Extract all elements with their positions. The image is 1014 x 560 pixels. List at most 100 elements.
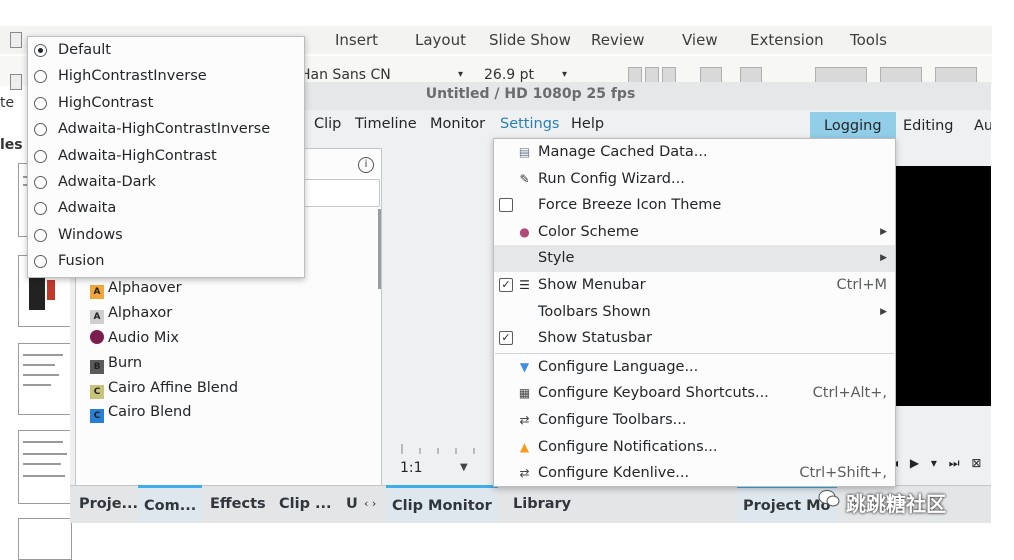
bg-toolbar-button[interactable] [662, 67, 676, 83]
checkbox[interactable]: ✓ [499, 331, 513, 346]
menu-item-label: Show Menubar [538, 277, 646, 293]
scrollbar[interactable] [378, 209, 381, 289]
composition-icon: C [90, 384, 104, 399]
tab-scroll-arrows[interactable]: ‹ › [358, 486, 382, 522]
menu-item-color-scheme[interactable]: ● Color Scheme ▶ [494, 219, 895, 246]
composition-item[interactable]: A Alphaover [90, 276, 182, 300]
style-option-adwaita[interactable]: Adwaita [28, 195, 304, 221]
bg-toolbar-button[interactable] [740, 67, 762, 83]
layout-logging[interactable]: Logging [810, 112, 896, 140]
radio-icon[interactable] [34, 202, 47, 216]
layout-editing[interactable]: Editing [889, 112, 968, 140]
composition-label: Audio Mix [108, 330, 179, 346]
shortcut-label: Ctrl+Shift+, [799, 465, 887, 482]
style-option-label: HighContrast [58, 94, 154, 111]
menu-item-manage-cached-data[interactable]: ▤ Manage Cached Data... [494, 139, 895, 166]
menu-item-configure-toolbars[interactable]: ⇄ Configure Toolbars... [494, 407, 895, 434]
clip-monitor-area [384, 148, 494, 485]
bg-toolbar-button[interactable] [645, 67, 659, 83]
checkbox[interactable] [499, 198, 513, 213]
bg-menu-insert[interactable]: Insert [335, 26, 378, 54]
composition-item[interactable]: Audio Mix [90, 326, 179, 350]
style-option-adwaita-dark[interactable]: Adwaita-Dark [28, 169, 304, 195]
bg-menu-extension[interactable]: Extension [750, 26, 824, 54]
menu-timeline[interactable]: Timeline [355, 110, 417, 138]
radio-icon[interactable] [34, 176, 47, 189]
radio-icon[interactable] [34, 255, 47, 269]
bg-toolbar-button[interactable] [700, 67, 722, 83]
menu-item-toolbars-shown[interactable]: Toolbars Shown ▶ [494, 299, 895, 326]
radio-checked-icon[interactable] [34, 44, 47, 57]
style-option-windows[interactable]: Windows [28, 222, 304, 248]
slide-thumbnail[interactable] [18, 518, 72, 560]
menu-item-label: Configure Toolbars... [538, 412, 687, 428]
monitor-ruler [401, 444, 475, 454]
tab-effects[interactable]: Effects [204, 486, 272, 522]
menu-item-configure-kdenlive[interactable]: ⇄ Configure Kdenlive... Ctrl+Shift+, [494, 460, 895, 487]
composition-icon: B [90, 359, 104, 374]
menu-monitor[interactable]: Monitor [430, 110, 485, 138]
menu-item-configure-language[interactable]: ▼ Configure Language... [494, 354, 895, 381]
menu-help[interactable]: Help [571, 110, 604, 138]
tab-clip-monitor[interactable]: Clip Monitor [386, 485, 498, 523]
menu-item-configure-notifications[interactable]: ▲ Configure Notifications... [494, 434, 895, 461]
menu-item-label: Manage Cached Data... [538, 144, 708, 160]
composition-item[interactable]: C Cairo Affine Blend [90, 376, 238, 400]
radio-icon[interactable] [34, 228, 47, 242]
menu-item-run-config-wizard[interactable]: ✎ Run Config Wizard... [494, 166, 895, 193]
monitor-zoom-value[interactable]: 1:1 [400, 460, 423, 476]
tab-compositions[interactable]: Com... [138, 485, 203, 523]
radio-icon[interactable] [34, 96, 47, 110]
bg-toolbar-button[interactable] [628, 67, 642, 83]
tab-clip-properties[interactable]: Clip ... [273, 486, 338, 522]
info-icon[interactable]: i [358, 157, 374, 173]
menu-item-show-statusbar[interactable]: ✓ Show Statusbar [494, 325, 895, 352]
menu-item-label: Configure Notifications... [538, 438, 718, 455]
menu-item-configure-keyboard-shortcuts[interactable]: ▦ Configure Keyboard Shortcuts... Ctrl+Alt… [494, 380, 895, 407]
slide-thumbnail[interactable] [18, 343, 72, 415]
bg-menu-layout[interactable]: Layout [415, 26, 466, 54]
tab-project-bin[interactable]: Proje... [73, 486, 144, 522]
composition-item[interactable]: B Burn [90, 351, 142, 375]
shortcut-label: Ctrl+M [836, 277, 887, 293]
bg-menu-view[interactable]: View [682, 26, 718, 54]
slide-thumbnail[interactable] [18, 430, 72, 504]
bg-menu-slideshow[interactable]: Slide Show [489, 26, 571, 54]
menu-item-label: Color Scheme [538, 223, 639, 240]
bg-menu-tools[interactable]: Tools [850, 26, 887, 54]
style-option-default[interactable]: Default [28, 37, 304, 63]
composition-label: Cairo Affine Blend [108, 379, 239, 396]
menu-item-style[interactable]: Style ▶ [494, 245, 895, 272]
style-option-adwaita-highcontrastinverse[interactable]: Adwaita-HighContrastInverse [28, 116, 304, 142]
bg-font-size: 26.9 pt [484, 67, 534, 83]
composition-item[interactable]: C Cairo Blend [90, 400, 191, 424]
menu-item-force-breeze-icon-theme[interactable]: Force Breeze Icon Theme [494, 192, 895, 219]
bg-toolbar-button[interactable] [815, 67, 867, 83]
style-option-label: HighContrastInverse [58, 68, 207, 85]
menu-item-label: Configure Language... [538, 358, 699, 375]
style-option-highcontrastinverse[interactable]: HighContrastInverse [28, 63, 304, 89]
style-option-adwaita-highcontrast[interactable]: Adwaita-HighContrast [28, 143, 304, 169]
style-option-highcontrast[interactable]: HighContrast [28, 90, 304, 116]
menu-clip[interactable]: Clip [314, 110, 341, 138]
menu-item-label: Toolbars Shown [538, 303, 651, 320]
bg-menu-review[interactable]: Review [591, 26, 645, 54]
menu-item-show-menubar[interactable]: ✓ ☰ Show Menubar Ctrl+M [494, 272, 895, 299]
radio-icon[interactable] [34, 70, 47, 84]
radio-icon[interactable] [34, 123, 47, 137]
radio-icon[interactable] [34, 149, 47, 163]
chevron-down-icon[interactable]: ▼ [460, 462, 468, 473]
bg-toolbar-button[interactable] [935, 67, 977, 83]
composition-item[interactable]: A Alphaxor [90, 301, 172, 325]
style-option-label: Adwaita-HighContrast [58, 147, 217, 164]
wand-icon: ✎ [519, 171, 530, 186]
menu-settings[interactable]: Settings [500, 110, 559, 138]
checkbox[interactable]: ✓ [499, 278, 513, 292]
composition-label: Cairo Blend [108, 404, 192, 421]
bg-toolbar-button[interactable] [880, 67, 922, 83]
settings-menu: ▤ Manage Cached Data... ✎ Run Config Wizard… [493, 138, 896, 487]
transport-controls[interactable]: ◂ ▶ ▾ ⏭ ⊠ [892, 456, 985, 471]
layout-audio[interactable]: Au [960, 112, 991, 140]
tab-library[interactable]: Library [507, 486, 577, 522]
style-option-fusion[interactable]: Fusion [28, 248, 304, 274]
